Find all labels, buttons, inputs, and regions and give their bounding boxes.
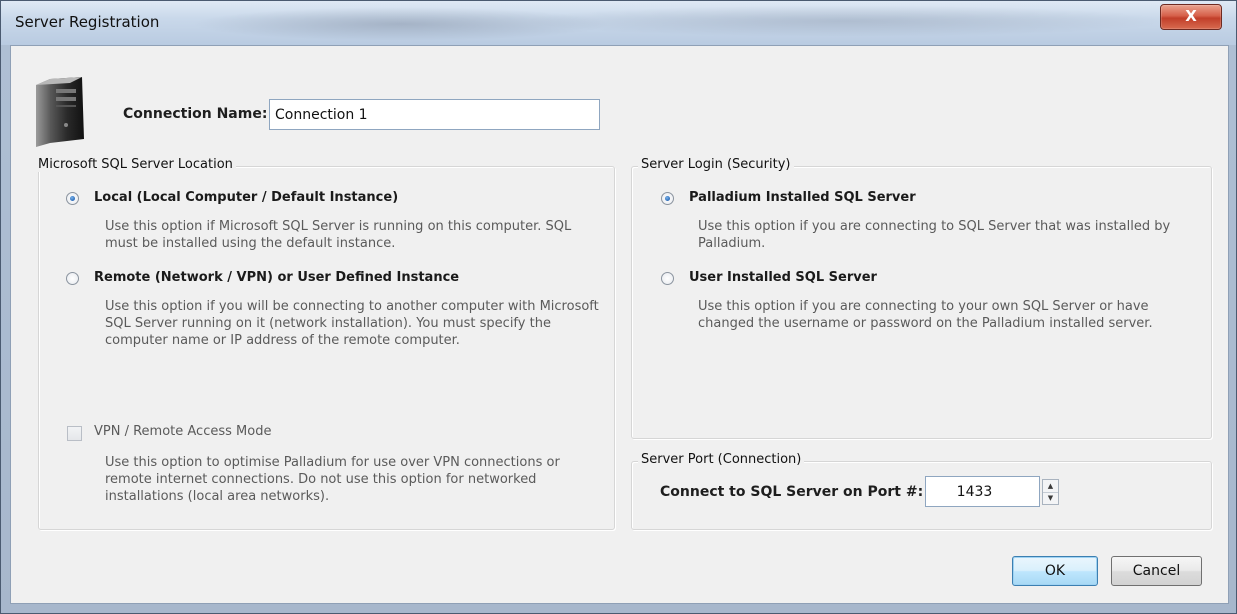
vpn-option-description: Use this option to optimise Palladium fo… xyxy=(105,455,560,504)
user-sql-radio[interactable] xyxy=(661,272,674,285)
title-bar[interactable]: Server Registration X xyxy=(1,1,1236,45)
palladium-sql-description: Use this option if you are connecting to… xyxy=(698,219,1171,251)
local-option-description: Use this option if Microsoft SQL Server … xyxy=(105,219,572,251)
port-spinner[interactable]: ▲ ▼ xyxy=(1042,479,1059,505)
connection-name-label: Connection Name: xyxy=(123,106,268,122)
close-button[interactable]: X xyxy=(1160,4,1222,30)
remote-option-description: Use this option if you will be connectin… xyxy=(105,299,599,348)
local-option-label[interactable]: Local (Local Computer / Default Instance… xyxy=(94,190,398,205)
cancel-button[interactable]: Cancel xyxy=(1111,556,1202,586)
palladium-sql-radio[interactable] xyxy=(661,192,674,205)
remote-option-label[interactable]: Remote (Network / VPN) or User Defined I… xyxy=(94,270,459,285)
user-sql-label[interactable]: User Installed SQL Server xyxy=(689,270,877,285)
vpn-option-label[interactable]: VPN / Remote Access Mode xyxy=(94,424,271,439)
login-group-legend: Server Login (Security) xyxy=(638,157,794,172)
port-label: Connect to SQL Server on Port #: xyxy=(660,484,924,500)
port-input[interactable] xyxy=(925,476,1040,507)
server-tower-icon xyxy=(36,77,84,147)
remote-radio[interactable] xyxy=(66,272,79,285)
port-group-legend: Server Port (Connection) xyxy=(638,452,805,467)
close-icon: X xyxy=(1185,7,1197,25)
vpn-checkbox[interactable] xyxy=(67,426,82,441)
ok-button[interactable]: OK xyxy=(1012,556,1098,586)
local-radio[interactable] xyxy=(66,192,79,205)
location-group-legend: Microsoft SQL Server Location xyxy=(35,157,236,172)
connection-name-input[interactable] xyxy=(269,99,600,130)
server-registration-window: Server Registration X Connection Name: C… xyxy=(0,0,1237,614)
window-title: Server Registration xyxy=(15,13,160,31)
user-sql-description: Use this option if you are connecting to… xyxy=(698,299,1153,331)
down-arrow-icon[interactable]: ▼ xyxy=(1043,492,1058,504)
title-bar-streak xyxy=(521,5,1171,37)
palladium-sql-label[interactable]: Palladium Installed SQL Server xyxy=(689,190,916,205)
